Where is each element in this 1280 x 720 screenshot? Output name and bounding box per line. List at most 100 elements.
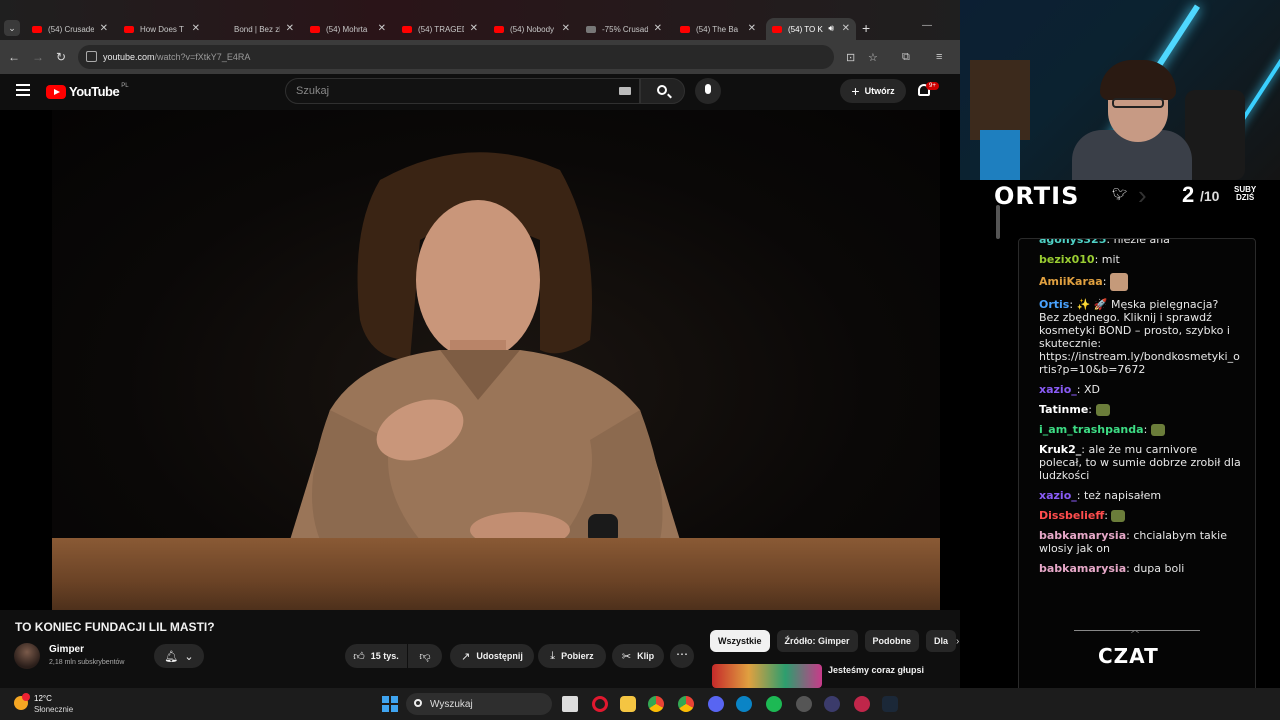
dislike-button[interactable]: 👎︎ xyxy=(408,644,442,668)
chat-text: mit xyxy=(1101,253,1120,266)
browser-tab[interactable]: (54) The Ba ✕ xyxy=(674,18,762,40)
clip-button[interactable]: ✂ Klip xyxy=(612,644,664,668)
discord-icon[interactable] xyxy=(708,696,724,712)
filter-chip[interactable]: Źródło: Gimper xyxy=(776,630,858,652)
map-pin-icon[interactable] xyxy=(854,696,870,712)
chat-username[interactable]: Kruk2_ xyxy=(1039,443,1081,456)
clip-label: Klip xyxy=(637,651,655,661)
browser-window: ⌄ (54) Crusade ✕ How Does T ✕ Bond | Bez zb ✕… xyxy=(0,0,960,688)
back-icon[interactable]: ← xyxy=(8,50,20,64)
chat-label: CZAT xyxy=(1098,644,1159,668)
youtube-logo[interactable]: YouTube PL xyxy=(46,83,129,99)
chrome-profile-icon[interactable] xyxy=(678,696,694,712)
youtube-play-icon xyxy=(46,84,66,99)
close-tab-icon[interactable]: ✕ xyxy=(654,23,662,34)
media-controls-icon[interactable]: ≡ xyxy=(936,51,942,63)
weather-temperature[interactable]: 12°C xyxy=(34,694,52,703)
more-actions-button[interactable]: ⋯ xyxy=(670,644,694,668)
download-button[interactable]: ⤓ Pobierz xyxy=(538,644,606,668)
close-tab-icon[interactable]: ✕ xyxy=(100,23,108,34)
browser-tab[interactable]: (54) Mohrta ✕ xyxy=(304,18,392,40)
filter-chip[interactable]: Podobne xyxy=(864,630,920,652)
close-tab-icon[interactable]: ✕ xyxy=(378,23,386,34)
subscription-bell-button[interactable]: 🔔︎ ⌄ xyxy=(154,644,204,668)
install-app-icon[interactable]: ⊡ xyxy=(846,51,855,64)
chat-divider xyxy=(1074,630,1200,631)
share-button[interactable]: ↗ Udostępnij xyxy=(450,644,534,668)
close-tab-icon[interactable]: ✕ xyxy=(470,23,478,34)
chat-username[interactable]: bezix010 xyxy=(1039,253,1095,266)
forward-icon[interactable]: → xyxy=(32,50,44,64)
minimize-button[interactable]: — xyxy=(922,20,932,31)
steam-icon[interactable] xyxy=(882,696,898,712)
keyboard-icon[interactable] xyxy=(619,87,631,95)
audio-playing-icon[interactable]: 🔊︎ xyxy=(828,23,834,34)
browser-tab[interactable]: (54) Nobody ✕ xyxy=(488,18,576,40)
reload-icon[interactable]: ↻ xyxy=(56,50,66,64)
chat-username[interactable]: AmiiKaraa xyxy=(1039,275,1103,288)
browser-tab[interactable]: (54) Crusade ✕ xyxy=(26,18,114,40)
taskbar-search[interactable]: Wyszukaj xyxy=(406,693,552,715)
channel-avatar[interactable] xyxy=(14,643,40,669)
chat-username[interactable]: Tatinme xyxy=(1039,403,1088,416)
site-info-icon[interactable] xyxy=(86,51,97,62)
weather-condition[interactable]: Słonecznie xyxy=(34,705,73,714)
filter-chip[interactable]: Dla xyxy=(926,630,957,652)
thumbs-up-icon: 👍︎ xyxy=(353,650,365,663)
browser-tab[interactable]: -75% Crusad ✕ xyxy=(580,18,668,40)
voice-search-button[interactable] xyxy=(695,78,721,104)
close-tab-icon[interactable]: ✕ xyxy=(842,23,850,34)
chat-username[interactable]: xazio_ xyxy=(1039,383,1077,396)
windows-start-icon[interactable] xyxy=(382,696,398,712)
chat-username[interactable]: xazio_ xyxy=(1039,489,1077,502)
chat-username[interactable]: i_am_trashpanda xyxy=(1039,423,1144,436)
chat-message: Dissbelieff: xyxy=(1039,509,1241,522)
chrome-icon[interactable] xyxy=(648,696,664,712)
like-button[interactable]: 👍︎ 15 tys. xyxy=(345,644,407,668)
video-player[interactable] xyxy=(0,110,960,610)
chat-username[interactable]: Ortis xyxy=(1039,298,1069,311)
guide-menu-icon[interactable] xyxy=(16,84,30,96)
browser-tab[interactable]: Bond | Bez zb ✕ xyxy=(212,18,300,40)
webcam-streamer-hair xyxy=(1100,60,1176,100)
extensions-icon[interactable]: ⧉ xyxy=(902,51,910,64)
channel-name[interactable]: Gimper xyxy=(49,644,84,655)
search-input[interactable] xyxy=(296,85,596,97)
search-button[interactable] xyxy=(640,78,685,104)
bookmark-star-icon[interactable]: ☆ xyxy=(868,51,878,64)
tab-title: Bond | Bez zb xyxy=(234,24,280,34)
close-tab-icon[interactable]: ✕ xyxy=(748,23,756,34)
spotify-icon[interactable] xyxy=(766,696,782,712)
chat-username[interactable]: babkamarysia xyxy=(1039,529,1126,542)
create-button[interactable]: + Utwórz xyxy=(840,79,906,103)
browser-tab[interactable]: How Does T ✕ xyxy=(118,18,206,40)
filter-chip[interactable]: Wszystkie xyxy=(710,630,770,652)
browser-tab[interactable]: (54) TRAGED ✕ xyxy=(396,18,484,40)
weather-sun-icon[interactable] xyxy=(14,693,30,710)
recommended-video-title[interactable]: Jesteśmy coraz głupsi xyxy=(828,665,924,675)
obs-icon[interactable] xyxy=(796,696,812,712)
close-tab-icon[interactable]: ✕ xyxy=(192,23,200,34)
twitter-icon: 🐦︎ xyxy=(1112,187,1128,201)
close-tab-icon[interactable]: ✕ xyxy=(286,23,294,34)
tab-title: (54) TRAGED xyxy=(418,24,464,34)
ccleaner-icon[interactable] xyxy=(736,696,752,712)
chat-username[interactable]: babkamarysia xyxy=(1039,562,1126,575)
browser-tab[interactable]: (54) TO K ✕ 🔊︎ xyxy=(766,18,856,40)
recommended-video-thumbnail[interactable] xyxy=(712,664,822,688)
chat-text: dupa boli xyxy=(1133,562,1185,575)
task-view-icon[interactable] xyxy=(562,696,578,712)
opera-icon[interactable] xyxy=(592,696,608,712)
tab-search-dropdown[interactable]: ⌄ xyxy=(4,20,20,36)
chat-username[interactable]: Dissbelieff xyxy=(1039,509,1104,522)
new-tab-button[interactable]: + xyxy=(862,20,870,36)
omnibox[interactable]: youtube.com/watch?v=fXtkY7_E4RA xyxy=(78,45,834,69)
chat-separator: : xyxy=(1088,403,1096,416)
close-tab-icon[interactable]: ✕ xyxy=(562,23,570,34)
url-text[interactable]: youtube.com/watch?v=fXtkY7_E4RA xyxy=(103,52,250,62)
file-explorer-icon[interactable] xyxy=(620,696,636,712)
chevron-right-icon[interactable]: › xyxy=(956,636,959,647)
app-icon[interactable] xyxy=(824,696,840,712)
chat-username[interactable]: agonys325 xyxy=(1039,239,1106,246)
page-scrollbar[interactable] xyxy=(996,205,1000,239)
